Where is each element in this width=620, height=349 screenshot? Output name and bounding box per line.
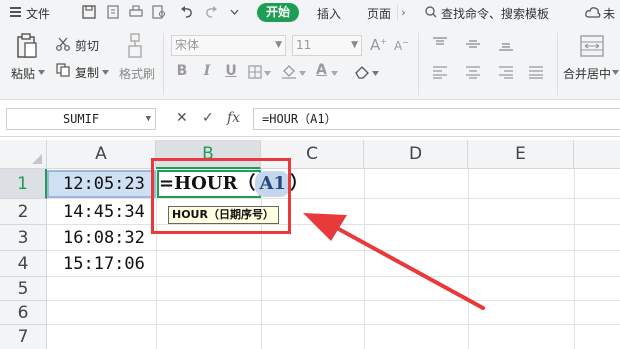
save-icon[interactable] [82,5,96,19]
annotation-box [151,158,291,234]
border-icon[interactable] [248,65,262,79]
cell-a3[interactable]: 16:08:32 [48,225,155,251]
row-header-5[interactable]: 5 [0,277,47,301]
font-color-icon[interactable]: A [316,62,327,78]
cut-button[interactable]: 剪切 [75,37,99,54]
ribbon-divider [163,33,164,95]
font-name-select[interactable]: 宋体 ▼ [171,35,286,56]
justify-icon[interactable] [528,65,544,79]
tab-insert[interactable]: 插入 [317,5,341,22]
row-header-6[interactable]: 6 [0,301,47,325]
italic-button[interactable]: I [199,63,215,79]
underline-button[interactable]: U [223,63,239,79]
cell-a1[interactable]: 12:05:23 [48,171,155,197]
chevron-down-icon[interactable] [372,71,379,76]
chevron-down-icon: ▼ [275,40,282,50]
align-left-icon[interactable] [432,65,448,79]
file-menu[interactable]: 文件 [26,5,50,22]
undo-icon[interactable] [180,5,194,19]
export-pdf-icon[interactable] [106,5,120,19]
paste-icon[interactable] [16,33,38,59]
font-size-select[interactable]: 11 ▼ [292,35,362,56]
row-header-2[interactable]: 2 [0,199,47,225]
format-painter-button[interactable]: 格式刷 [119,65,155,82]
redo-icon[interactable] [204,5,218,19]
align-center-icon[interactable] [465,65,481,79]
align-right-icon[interactable] [498,65,514,79]
print-preview-icon[interactable] [152,5,166,19]
cell-a2[interactable]: 14:45:34 [48,199,155,225]
chevron-down-icon[interactable] [331,71,338,76]
chevron-down-icon[interactable] [38,70,45,75]
scissors-icon [56,37,70,51]
formula-bar: SUMIF ▼ ✕ ✓ fx =HOUR（A1） [0,101,620,137]
chevron-down-icon[interactable] [264,71,271,76]
insert-function-icon[interactable]: fx [227,110,240,126]
align-top-icon[interactable] [432,37,448,51]
ribbon-divider [557,33,558,95]
command-search[interactable]: 查找命令、搜索模板 [441,5,549,22]
gridline [47,324,620,325]
confirm-icon[interactable]: ✓ [202,110,214,126]
column-header-d[interactable]: D [364,140,468,169]
chevron-down-icon[interactable] [612,70,619,75]
font-size-value: 11 [296,38,312,52]
row-header-4[interactable]: 4 [0,251,47,277]
print-icon[interactable] [129,5,143,19]
column-header-a[interactable]: A [47,140,156,169]
gridline [574,169,575,349]
bold-button[interactable]: B [174,63,190,79]
paste-button[interactable]: 粘贴 [11,65,35,82]
cancel-icon[interactable]: ✕ [176,110,188,126]
tab-start[interactable]: 开始 [257,3,299,22]
menu-icon[interactable] [10,7,21,17]
tab-overflow-button[interactable]: › [397,4,409,21]
format-painter-icon[interactable] [126,33,144,59]
chevron-down-icon[interactable] [230,8,239,17]
select-all-corner[interactable] [0,140,47,169]
annotation-arrow-icon [303,213,485,310]
align-bottom-icon[interactable] [498,37,514,51]
chevron-down-icon: ▼ [145,114,151,124]
cloud-icon[interactable] [585,6,601,19]
column-header-f[interactable] [574,140,620,169]
chevron-down-icon[interactable] [102,70,109,75]
row-header-7[interactable]: 7 [0,325,47,349]
chevron-down-icon: ▼ [351,40,358,50]
font-shrink-icon[interactable]: A− [394,38,409,53]
merge-center-button[interactable]: 合并居中 [563,65,611,82]
name-box[interactable]: SUMIF ▼ [6,108,156,130]
row-header-1[interactable]: 1 [0,169,47,199]
align-middle-icon[interactable] [465,37,481,51]
row-header-3[interactable]: 3 [0,225,47,251]
tab-page[interactable]: 页面 [367,5,391,22]
font-grow-icon[interactable]: A+ [370,36,387,54]
column-header-e[interactable]: E [468,140,574,169]
font-name-value: 宋体 [175,38,200,52]
fill-color-icon[interactable] [281,64,297,79]
formula-input[interactable]: =HOUR（A1） [253,108,620,130]
chevron-down-icon[interactable] [299,71,306,76]
copy-icon [56,63,70,77]
ribbon-divider [418,33,419,95]
search-icon [425,6,437,18]
copy-button[interactable]: 复制 [75,64,99,81]
eraser-icon[interactable] [354,64,370,79]
name-box-value: SUMIF [62,112,100,126]
ribbon-toolbar: 粘贴 剪切 复制 格式刷 宋体 ▼ 11 ▼ A+ A− B I U A 合并居… [0,25,620,100]
cell-a4[interactable]: 15:17:06 [48,251,155,277]
merge-cells-icon[interactable] [580,35,604,57]
menu-bar: 文件 开始 插入 页面 › 查找命令、搜索模板 未保 [0,0,620,38]
formula-suffix: ） [289,173,308,194]
